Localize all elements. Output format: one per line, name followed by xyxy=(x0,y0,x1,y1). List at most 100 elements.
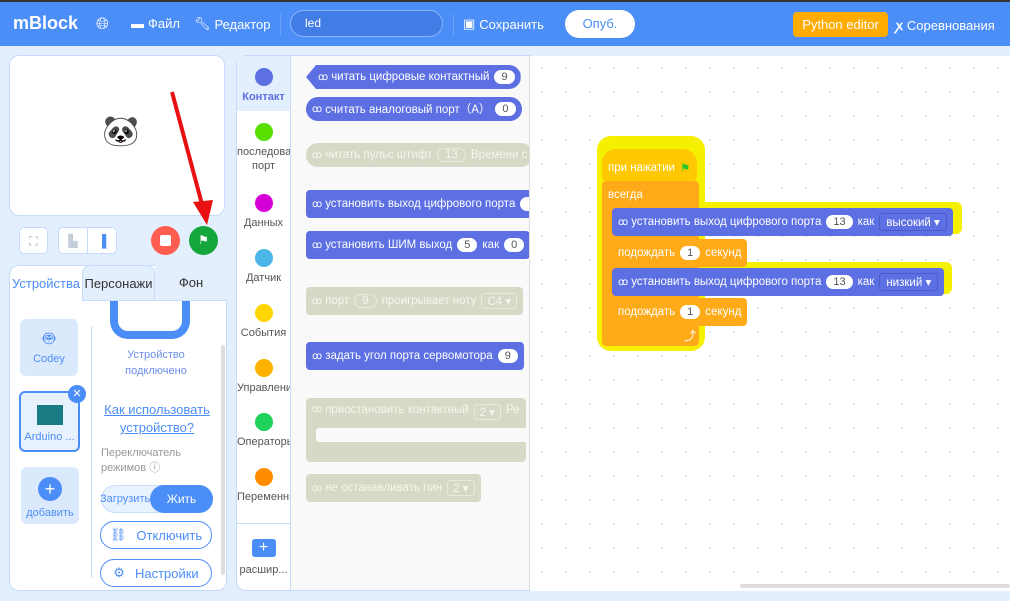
block-set-pwm[interactable]: ꝏ установить ШИМ выход 5 как 0 xyxy=(306,231,530,259)
tab-devices[interactable]: Устройства xyxy=(10,266,82,302)
mode-toggle[interactable]: Загрузить Жить xyxy=(100,485,213,513)
wait-block[interactable]: подождать 1 секунд xyxy=(612,298,748,326)
block-text: подождать xyxy=(618,306,676,318)
wait-block[interactable]: подождать 1 секунд xyxy=(612,239,748,267)
category-dot xyxy=(254,413,273,431)
how-to-use-link[interactable]: Как использовать устройство? xyxy=(102,401,212,437)
level-dropdown[interactable]: высокий ▾ xyxy=(879,213,947,231)
file-menu[interactable]: ▬ Файл xyxy=(131,16,180,31)
block-text: проигрывает ноту xyxy=(381,295,477,307)
large-stage-icon[interactable]: ▐ xyxy=(88,228,116,253)
device-arduino[interactable]: Arduino ... ✕ xyxy=(19,385,86,452)
scrollbar[interactable] xyxy=(221,345,225,575)
disconnect-label: Отключить xyxy=(136,527,203,543)
editor-menu[interactable]: 🔧︎ Редактор xyxy=(194,16,270,32)
small-stage-icon[interactable]: ▙ xyxy=(59,228,88,253)
block-text: как xyxy=(482,239,500,251)
pin-dropdown[interactable]: 2 ▾ xyxy=(447,480,475,496)
green-flag-button[interactable]: ⚑ xyxy=(189,226,218,255)
block-input[interactable]: 9 xyxy=(497,349,518,363)
note-dropdown[interactable]: C4 ▾ xyxy=(481,293,518,309)
block-input[interactable]: 13 xyxy=(437,148,466,162)
globe-icon[interactable]: 🌐︎ xyxy=(96,16,109,34)
publish-button[interactable]: Опуб. xyxy=(565,10,635,38)
loop-arrow-icon: ⤴ xyxy=(684,329,697,343)
block-input[interactable]: 9 xyxy=(354,294,377,308)
disconnect-button[interactable]: ⛓︎ Отключить xyxy=(100,521,212,549)
category-events[interactable]: События xyxy=(237,304,290,340)
save-button[interactable]: ▣ Сохранить xyxy=(463,16,544,32)
category-dot xyxy=(254,304,273,322)
live-mode[interactable]: Жить xyxy=(150,485,213,513)
editor-label: Редактор xyxy=(214,16,271,32)
seconds-input[interactable]: 1 xyxy=(680,305,701,319)
folder-icon: ▬ xyxy=(131,16,144,31)
category-data[interactable]: Данных xyxy=(237,194,290,230)
seconds-input[interactable]: 1 xyxy=(680,246,701,260)
block-input[interactable]: 5 xyxy=(457,238,478,252)
category-label: Данных xyxy=(243,217,284,229)
block-text: Ре xyxy=(505,404,520,416)
device-label: Arduino ... xyxy=(24,431,75,443)
help-icon[interactable]: ⓘ xyxy=(149,462,160,474)
settings-button[interactable]: ⚙︎ Настройки xyxy=(100,559,212,587)
block-read-digital[interactable]: ꝏ читать цифровые контактный 9 xyxy=(306,65,521,89)
block-text: задать угол порта сервомотора xyxy=(325,350,493,362)
category-operators[interactable]: Операторы xyxy=(237,413,295,449)
category-sensor[interactable]: Датчик xyxy=(237,249,290,285)
divider xyxy=(91,326,92,578)
set-digital-high-block[interactable]: ꝏ установить выход цифрового порта 13 как вы… xyxy=(612,208,953,236)
block-set-digital[interactable]: ꝏ установить выход цифрового порта xyxy=(306,190,530,218)
unlink-icon: ⛓︎ xyxy=(109,527,127,542)
category-label: последова порт xyxy=(237,146,292,172)
tab-backdrop[interactable]: Фон xyxy=(155,265,227,301)
script-canvas[interactable]: при нажатии ⚑ всегда ⤴ ꝏ установить выход … xyxy=(530,56,1010,591)
upload-mode[interactable]: Загрузить xyxy=(100,493,150,505)
python-editor-button[interactable]: Python editor xyxy=(793,12,888,37)
extension-button[interactable]: + расшир... xyxy=(237,536,290,577)
add-device-button[interactable]: + добавить xyxy=(21,467,79,524)
set-digital-low-block[interactable]: ꝏ установить выход цифрового порта 13 как ни… xyxy=(612,268,945,296)
pin-dropdown[interactable]: 2 ▾ xyxy=(473,404,501,420)
horizontal-scrollbar[interactable] xyxy=(740,584,1010,588)
panda-sprite[interactable]: 🐼 xyxy=(102,114,139,149)
block-text: установить выход цифрового порта xyxy=(325,198,516,210)
arduino-icon: ꝏ xyxy=(312,149,322,161)
block-input[interactable]: 0 xyxy=(495,102,516,116)
project-name-input[interactable]: led xyxy=(290,10,443,37)
competitions-link[interactable]: ꭗ Соревнования xyxy=(896,16,995,34)
device-label: Codey xyxy=(33,353,65,365)
block-text: всегда xyxy=(608,189,643,201)
category-control[interactable]: Управлени xyxy=(237,359,292,395)
category-pin[interactable]: Контакт xyxy=(237,68,290,104)
arduino-board-icon xyxy=(36,405,63,425)
block-input[interactable]: 0 xyxy=(504,238,525,252)
category-variables[interactable]: Переменны xyxy=(237,468,297,504)
block-servo[interactable]: ꝏ задать угол порта сервомотора 9 xyxy=(306,342,524,370)
block-text: читать цифровые контактный xyxy=(331,71,490,83)
red-arrow-annotation xyxy=(170,91,213,225)
level-dropdown[interactable]: низкий ▾ xyxy=(879,273,939,291)
device-codey[interactable]: 🤖︎ Codey xyxy=(20,319,78,376)
stop-button[interactable] xyxy=(151,226,180,255)
tab-sprites[interactable]: Персонажи xyxy=(82,265,155,301)
block-text: читать пульс штифт xyxy=(325,149,433,161)
arduino-icon: ꝏ xyxy=(312,404,322,415)
remove-device-icon[interactable]: ✕ xyxy=(68,385,86,403)
when-flag-clicked-block[interactable]: при нажатии ⚑ xyxy=(602,149,697,181)
divider xyxy=(453,14,454,36)
arduino-icon: ꝏ xyxy=(312,295,322,307)
layout-toggle[interactable]: ▙ ▐ xyxy=(58,227,117,254)
fullscreen-button[interactable]: ⛶ xyxy=(19,227,48,254)
block-pause-pin[interactable]: ꝏ приостановить контактный 2 ▾ Ре xyxy=(306,398,530,462)
block-read-pulse[interactable]: ꝏ читать пульс штифт 13 Времени с xyxy=(306,143,530,167)
block-read-analog[interactable]: ꝏ считать аналоговый порт（A） 0 xyxy=(306,97,522,121)
block-play-note[interactable]: ꝏ порт 9 проигрывает ноту C4 ▾ xyxy=(306,287,524,315)
port-input[interactable]: 13 xyxy=(826,275,853,289)
block-text: при нажатии xyxy=(608,162,675,174)
category-serial[interactable]: последова порт xyxy=(237,123,292,173)
arduino-icon: ꝏ xyxy=(312,350,322,362)
block-no-stop-pin[interactable]: ꝏ не останавливать пин 2 ▾ xyxy=(306,474,481,502)
port-input[interactable]: 13 xyxy=(826,215,853,229)
block-input[interactable]: 9 xyxy=(494,70,515,84)
